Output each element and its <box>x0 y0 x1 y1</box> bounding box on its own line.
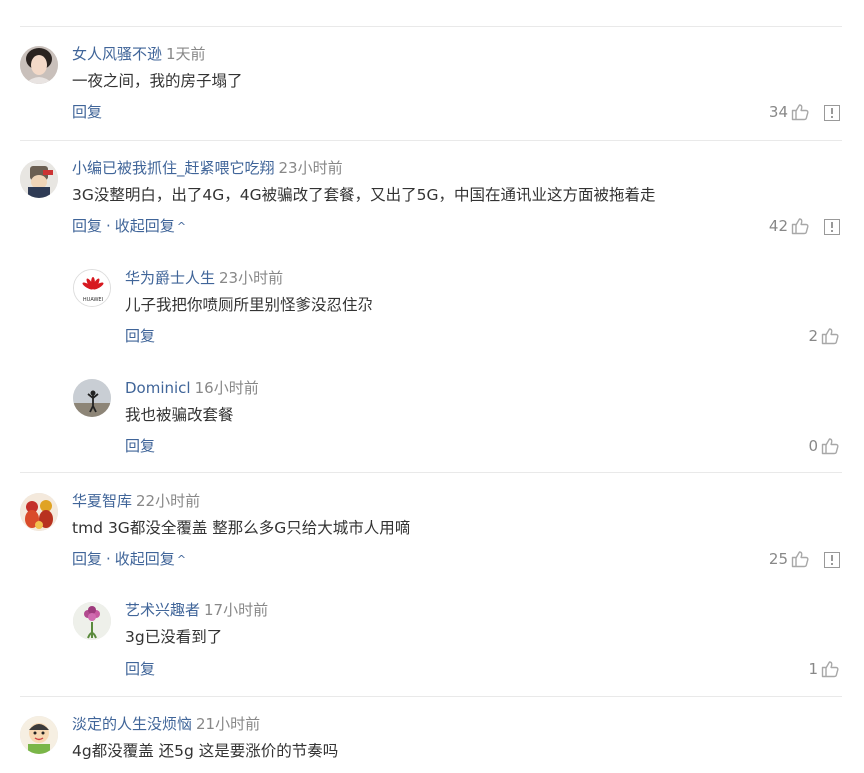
reply-text: 3g已没看到了 <box>125 628 223 646</box>
timestamp: 22小时前 <box>136 492 201 510</box>
report-icon[interactable] <box>824 219 840 235</box>
like-count: 1 <box>808 660 818 678</box>
reply-button[interactable]: 回复 <box>72 550 102 568</box>
timestamp: 21小时前 <box>196 715 261 733</box>
separator-dot: · <box>106 550 111 568</box>
timestamp: 16小时前 <box>194 379 259 397</box>
collapse-replies-label: 收起回复 <box>114 217 175 235</box>
huawei-logo-icon[interactable]: HUAWEI <box>73 269 111 307</box>
timestamp: 23小时前 <box>278 159 343 177</box>
reply-button[interactable]: 回复 <box>72 103 102 121</box>
comment-actions: 回复 · 收起回复 ^ <box>72 216 186 236</box>
avatar-caption: HUAWEI <box>83 297 103 303</box>
collapse-replies-label: 收起回复 <box>114 550 175 568</box>
reply-meta: Dominicl 16小时前 <box>125 378 259 398</box>
like-button[interactable]: 1 <box>808 659 840 679</box>
separator-dot: · <box>106 217 111 235</box>
divider <box>20 140 842 141</box>
reply-actions: 回复 <box>125 659 155 679</box>
reply-actions: 回复 <box>125 326 155 346</box>
reply-text: 我也被骗改套餐 <box>125 406 234 424</box>
reply-button[interactable]: 回复 <box>72 217 102 235</box>
reply-button[interactable]: 回复 <box>125 437 155 455</box>
cartoon-character-icon[interactable] <box>20 160 58 198</box>
like-button[interactable]: 34 <box>769 102 810 122</box>
thumbs-up-icon <box>791 217 810 235</box>
like-count: 2 <box>808 327 818 345</box>
like-count: 0 <box>808 437 818 455</box>
reply-text: 儿子我把你喷厕所里别怪爹没忍住尕 <box>125 296 374 314</box>
like-count: 25 <box>768 550 788 568</box>
timestamp: 23小时前 <box>219 269 284 287</box>
festive-figures-icon[interactable] <box>20 493 58 531</box>
reply-meta: 艺术兴趣者 17小时前 <box>125 600 268 620</box>
timestamp: 17小时前 <box>204 601 269 619</box>
username[interactable]: 华为爵士人生 <box>125 269 215 287</box>
comment-actions: 回复 · 收起回复 ^ <box>72 549 186 569</box>
thumbs-up-icon <box>791 103 810 121</box>
username[interactable]: 华夏智库 <box>72 492 132 510</box>
comment-meta: 小编已被我抓住_赶紧喂它吃翔 23小时前 <box>72 158 343 178</box>
divider <box>20 472 842 473</box>
thumbs-up-icon <box>821 660 840 678</box>
cartoon-kid-icon[interactable] <box>20 716 58 754</box>
username[interactable]: 艺术兴趣者 <box>125 601 200 619</box>
like-button[interactable]: 42 <box>769 216 810 236</box>
comment-text: 3G没整明白，出了4G，4G被骗改了套餐，又出了5G，中国在通讯业这方面被拖着走 <box>72 186 656 204</box>
comment-meta: 女人风骚不逊 1天前 <box>72 44 206 64</box>
collapse-replies-button[interactable]: 收起回复 ^ <box>115 550 186 568</box>
username[interactable]: 淡定的人生没烦恼 <box>72 715 192 733</box>
username[interactable]: Dominicl <box>125 379 191 397</box>
like-button[interactable]: 2 <box>808 326 840 346</box>
comment-text: 4g都没覆盖 还5g 这是要涨价的节奏吗 <box>72 742 339 760</box>
comment-meta: 淡定的人生没烦恼 21小时前 <box>72 714 260 734</box>
reply-button[interactable]: 回复 <box>125 327 155 345</box>
person-silhouette-icon[interactable] <box>73 379 111 417</box>
thumbs-up-icon <box>791 550 810 568</box>
comment-text: 一夜之间，我的房子塌了 <box>72 72 243 90</box>
divider <box>20 696 842 697</box>
reply-meta: 华为爵士人生 23小时前 <box>125 268 283 288</box>
comment-feed: 女人风骚不逊 1天前 一夜之间，我的房子塌了 回复 34 小编已被我抓住_赶紧喂它… <box>0 0 864 773</box>
collapse-replies-button[interactable]: 收起回复 ^ <box>115 217 186 235</box>
chevron-up-icon: ^ <box>176 220 187 233</box>
thumbs-up-icon <box>821 327 840 345</box>
reply-button[interactable]: 回复 <box>125 660 155 678</box>
reply-actions: 回复 <box>125 436 155 456</box>
comment-meta: 华夏智库 22小时前 <box>72 491 200 511</box>
like-count: 34 <box>768 103 788 121</box>
report-icon[interactable] <box>824 105 840 121</box>
comment-actions: 回复 <box>72 102 102 122</box>
like-button[interactable]: 0 <box>808 436 840 456</box>
flower-icon[interactable] <box>73 602 111 640</box>
thumbs-up-icon <box>821 437 840 455</box>
divider <box>20 26 842 27</box>
like-count: 42 <box>768 217 788 235</box>
timestamp: 1天前 <box>166 45 206 63</box>
comment-text: tmd 3G都没全覆盖 整那么多G只给大城市人用嘀 <box>72 519 411 537</box>
username[interactable]: 女人风骚不逊 <box>72 45 162 63</box>
username[interactable]: 小编已被我抓住_赶紧喂它吃翔 <box>72 159 275 177</box>
woman-portrait-icon[interactable] <box>20 46 58 84</box>
like-button[interactable]: 25 <box>769 549 810 569</box>
chevron-up-icon: ^ <box>176 553 187 566</box>
report-icon[interactable] <box>824 552 840 568</box>
